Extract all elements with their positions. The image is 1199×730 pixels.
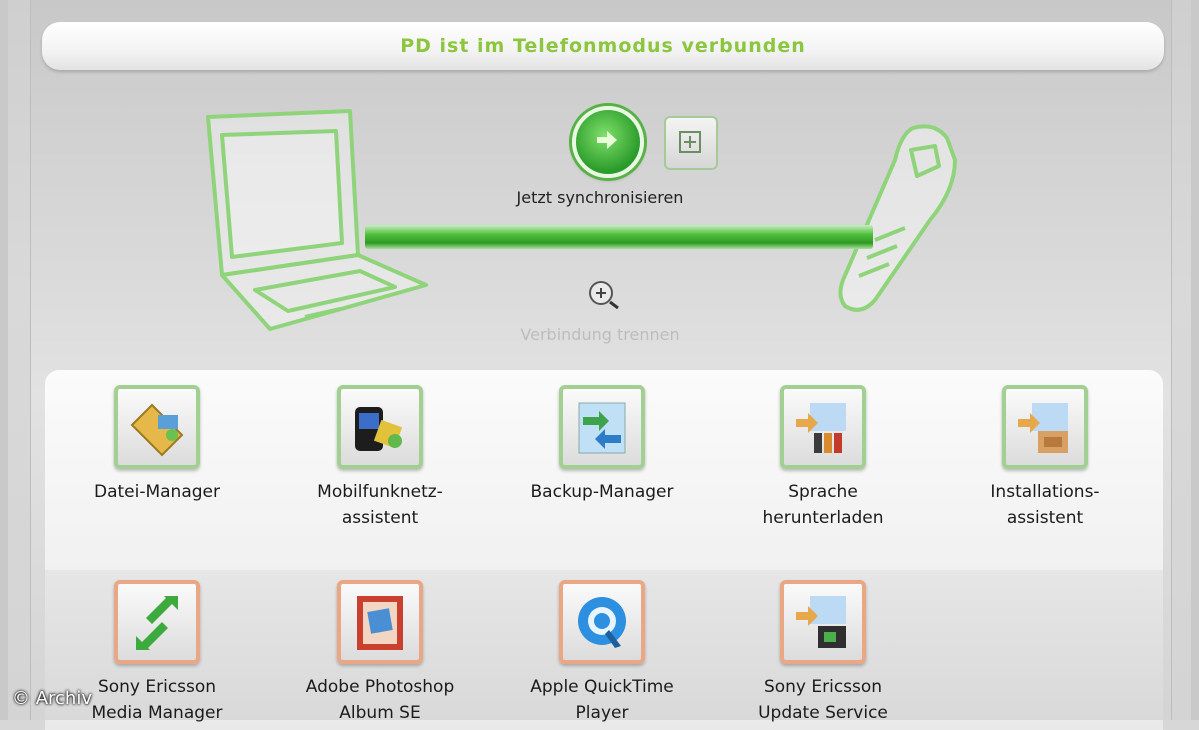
- photoshop-album-icon: [337, 580, 423, 664]
- copyright-watermark: © Archiv: [12, 688, 92, 709]
- backup-manager-tile[interactable]: Backup-Manager: [487, 385, 717, 505]
- disconnect-icon[interactable]: [586, 278, 622, 312]
- settings-icon: [679, 131, 701, 153]
- quicktime-player-label: Apple QuickTime Player: [530, 677, 674, 723]
- file-manager-label: Datei-Manager: [93, 482, 220, 502]
- photoshop-album-label: Adobe Photoshop Album SE: [305, 677, 455, 723]
- update-service-icon: [780, 580, 866, 664]
- quicktime-icon: [559, 580, 645, 664]
- sync-options-button[interactable]: [664, 116, 718, 170]
- file-manager-tile[interactable]: Datei-Manager: [42, 385, 272, 505]
- disconnect-label[interactable]: Verbindung trennen: [440, 325, 760, 344]
- language-download-tile[interactable]: Sprache herunterladen: [708, 385, 938, 531]
- connection-link-bar: [365, 225, 873, 249]
- mobile-network-icon: [337, 385, 423, 469]
- installation-assistant-tile[interactable]: Installations- assistent: [930, 385, 1160, 531]
- photoshop-album-tile[interactable]: Adobe Photoshop Album SE: [265, 580, 495, 726]
- mobile-network-label: Mobilfunknetz- assistent: [317, 482, 443, 528]
- laptop-icon: [206, 109, 428, 331]
- backup-manager-label: Backup-Manager: [530, 482, 674, 502]
- media-manager-icon: [114, 580, 200, 664]
- sync-now-button[interactable]: [572, 106, 644, 178]
- language-download-label: Sprache herunterladen: [762, 482, 884, 528]
- file-manager-icon: [114, 385, 200, 469]
- sync-now-label[interactable]: Jetzt synchronisieren: [470, 188, 730, 207]
- quicktime-player-tile[interactable]: Apple QuickTime Player: [487, 580, 717, 726]
- language-download-icon: [780, 385, 866, 469]
- connection-status-text: PD ist im Telefonmodus verbunden: [400, 35, 806, 57]
- update-service-tile[interactable]: Sony Ericsson Update Service: [708, 580, 938, 726]
- installation-icon: [1002, 385, 1088, 469]
- backup-icon: [559, 385, 645, 469]
- phone-icon: [838, 124, 957, 312]
- connection-status-bar: PD ist im Telefonmodus verbunden: [42, 22, 1164, 70]
- sync-arrow-icon: [597, 131, 617, 149]
- mobile-network-tile[interactable]: Mobilfunknetz- assistent: [265, 385, 495, 531]
- update-service-label: Sony Ericsson Update Service: [758, 677, 888, 723]
- installation-assistant-label: Installations- assistent: [990, 482, 1100, 528]
